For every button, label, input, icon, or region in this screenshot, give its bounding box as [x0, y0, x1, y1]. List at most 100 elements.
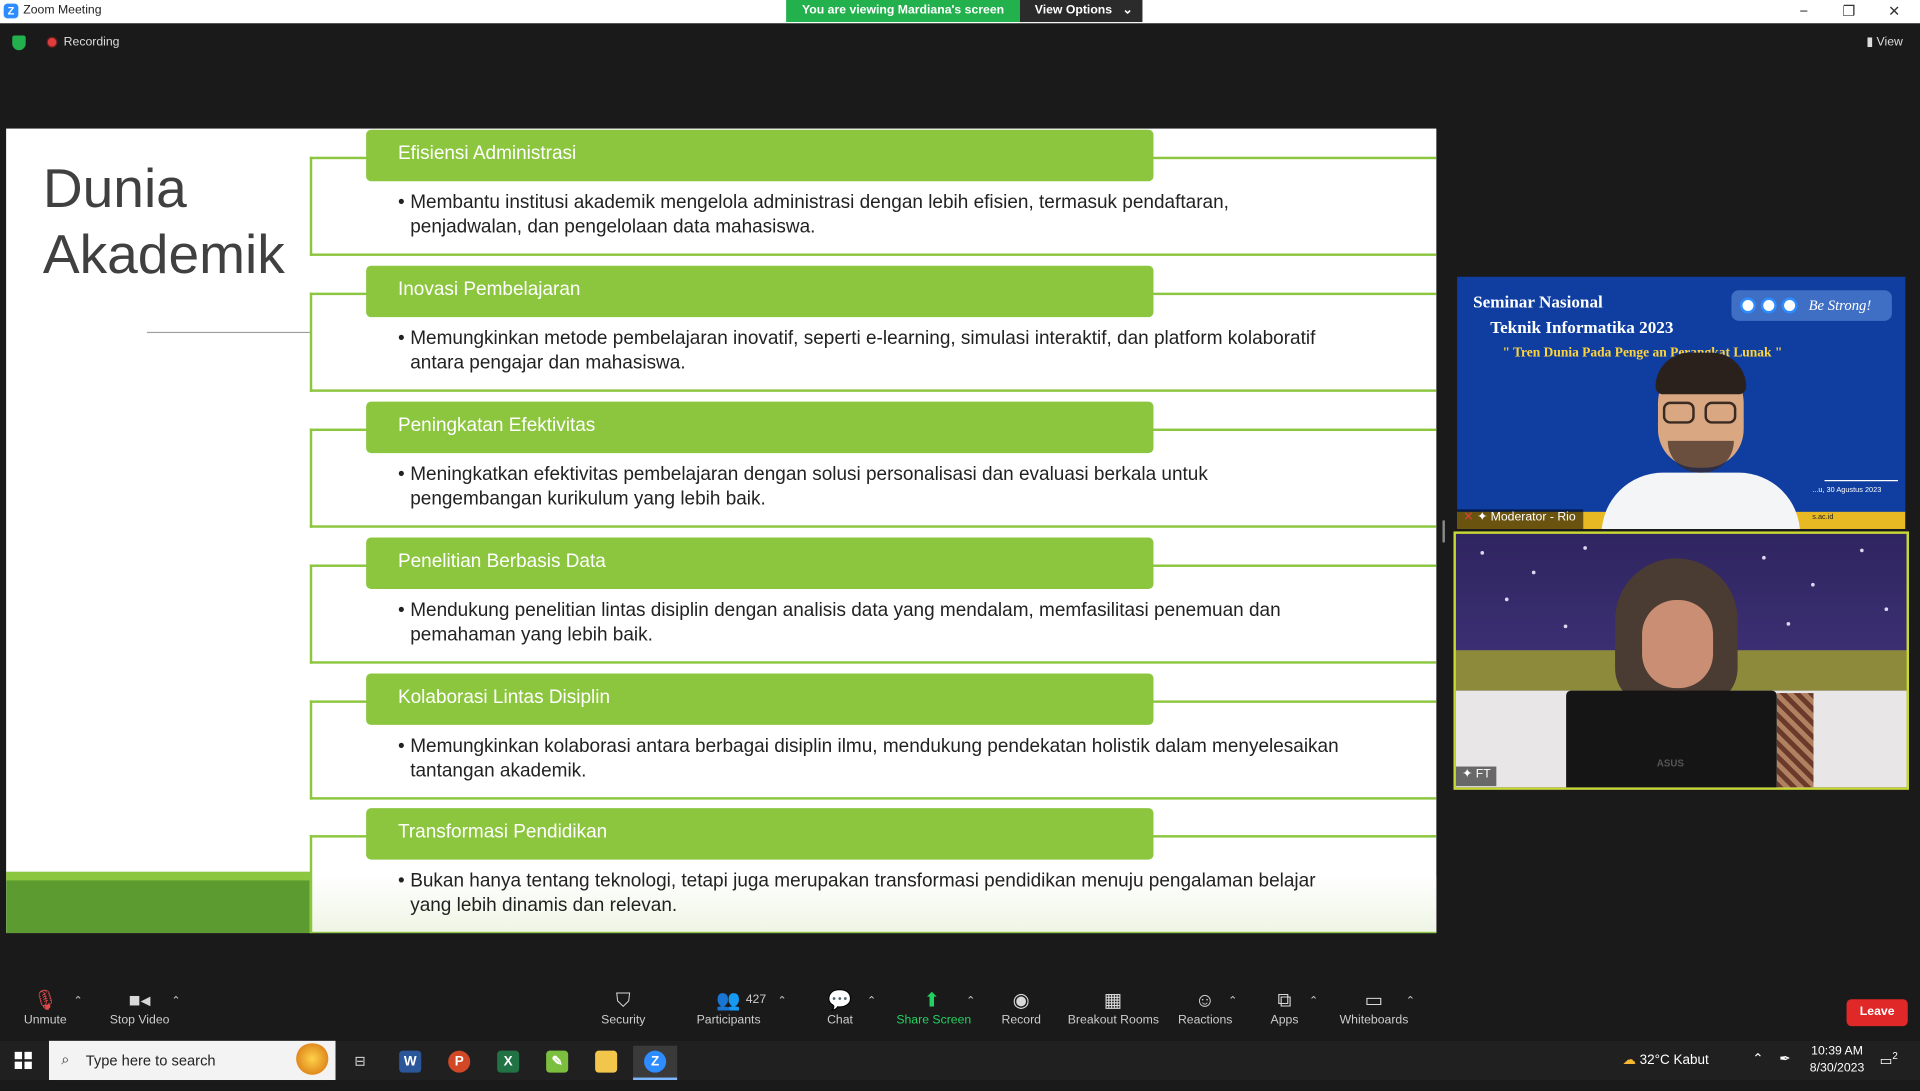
meeting-toolbar: 🎙 Unmute ⌃ ■◂ Stop Video ⌃ ⛉ Security 👥 Part…: [0, 980, 1920, 1041]
weather-widget[interactable]: ☁ 32°C Kabut: [1622, 1052, 1708, 1091]
slide-item: Transformasi Pendidikan • Bukan hanya ten…: [309, 807, 1437, 934]
bullet: •: [397, 735, 405, 757]
speaker-face: [1642, 600, 1714, 689]
task-view-button[interactable]: ⊟: [338, 1046, 382, 1080]
apps-label: Apps: [1270, 1013, 1299, 1028]
logo-icon: [1740, 297, 1756, 314]
curtain-sparkle: [1786, 622, 1791, 626]
audio-options-caret[interactable]: ⌃: [73, 994, 82, 1007]
laptop: [1566, 690, 1777, 788]
moderator-video: [1594, 350, 1802, 529]
share-screen-button[interactable]: ⬆ Share Screen: [896, 989, 971, 1028]
item-text-block: • Mendukung penelitian lintas disiplin de…: [398, 599, 1341, 648]
whiteboards-label: Whiteboards: [1339, 1013, 1409, 1028]
chat-options-caret[interactable]: ⌃: [867, 994, 876, 1007]
search-highlight-sun-icon: [293, 1043, 331, 1078]
item-text: Memungkinkan metode pembelajaran inovati…: [410, 328, 1316, 374]
notepad-app[interactable]: ✎: [535, 1046, 579, 1080]
taskbar-search[interactable]: ⌕: [48, 1040, 336, 1081]
tray-overflow-chevron-icon[interactable]: ⌃: [1752, 1051, 1763, 1090]
curtain-sparkle: [1504, 597, 1509, 602]
mic-muted-icon: ✕: [1463, 510, 1477, 525]
item-text-block: • Bukan hanya tentang teknologi, tetapi j…: [398, 869, 1341, 918]
security-label: Security: [601, 1013, 646, 1028]
minimize-button[interactable]: −: [1791, 2, 1815, 19]
breakout-rooms-button[interactable]: ▦ Breakout Rooms: [1067, 989, 1159, 1028]
video-tile-moderator[interactable]: Seminar Nasional Teknik Informatika 2023…: [1457, 276, 1906, 529]
powerpoint-icon: P: [448, 1050, 471, 1073]
person-beard: [1667, 440, 1734, 473]
apps-button[interactable]: ⧉ Apps: [1270, 989, 1299, 1028]
curtain-sparkle: [1884, 607, 1889, 612]
item-heading: Transformasi Pendidikan: [366, 808, 1154, 860]
slide-item: Inovasi Pembelajaran • Memungkinkan metod…: [309, 264, 1437, 392]
slide-title-line1: Dunia: [42, 156, 187, 220]
encryption-shield-icon[interactable]: [12, 35, 26, 51]
item-text: Meningkatkan efektivitas pembelajaran de…: [410, 464, 1208, 510]
zoom-app[interactable]: Z: [633, 1045, 678, 1081]
view-button[interactable]: ▮ View: [1866, 36, 1902, 49]
item-heading: Inovasi Pembelajaran: [366, 265, 1154, 318]
notifications-button[interactable]: ▭2: [1880, 1051, 1898, 1090]
excel-app[interactable]: X: [486, 1046, 530, 1080]
curtain-sparkle: [1860, 548, 1864, 553]
slide-footer-band-highlight: [6, 871, 310, 881]
item-text-block: • Meningkatkan efektivitas pembelajaran d…: [398, 463, 1341, 512]
grid-icon: ▦: [1103, 990, 1123, 1012]
file-explorer-app[interactable]: [584, 1046, 628, 1080]
weather-icon: ☁: [1622, 1053, 1640, 1068]
zoom-icon: Z: [644, 1050, 667, 1073]
share-options-caret[interactable]: ⌃: [966, 994, 975, 1007]
panel-resize-handle[interactable]: [1442, 520, 1445, 543]
view-options-button[interactable]: View Options ⌄: [1020, 0, 1143, 23]
pin-icon: ✦: [1476, 510, 1491, 525]
be-strong-badge: Be Strong!: [1731, 290, 1892, 321]
powerpoint-app[interactable]: P: [437, 1046, 481, 1080]
curtain-sparkle: [1563, 624, 1568, 629]
bullet: •: [397, 870, 405, 892]
curtain-sparkle: [1531, 570, 1536, 575]
person-shirt: [1601, 472, 1801, 529]
apps-options-caret[interactable]: ⌃: [1309, 994, 1318, 1007]
restore-button[interactable]: ❐: [1837, 2, 1861, 19]
viewing-banner-text: You are viewing Mardiana's screen: [786, 0, 1021, 23]
curtain-sparkle: [1583, 546, 1587, 550]
view-options-label: View Options: [1034, 3, 1113, 18]
zoom-logo-icon: Z: [3, 3, 19, 19]
video-tile-speaker[interactable]: ASUS ✦ FT: [1453, 531, 1909, 790]
leave-button[interactable]: Leave: [1846, 999, 1908, 1027]
mic-muted-icon: 🎙: [32, 990, 58, 1012]
breakout-rooms-label: Breakout Rooms: [1067, 1013, 1159, 1028]
close-button[interactable]: ✕: [1882, 2, 1906, 19]
chat-button[interactable]: 💬 Chat: [823, 989, 857, 1028]
virtual-bg-title: Seminar Nasional: [1473, 293, 1603, 313]
reactions-options-caret[interactable]: ⌃: [1228, 994, 1237, 1007]
virtual-bg-site: s.ac.id: [1812, 514, 1834, 522]
stop-video-label: Stop Video: [109, 1013, 170, 1028]
unmute-button[interactable]: 🎙 Unmute: [22, 989, 69, 1028]
reactions-button[interactable]: ☺ Reactions: [1178, 989, 1232, 1028]
security-button[interactable]: ⛉ Security: [599, 989, 648, 1028]
word-app[interactable]: W: [388, 1046, 432, 1080]
item-text: Mendukung penelitian lintas disiplin den…: [410, 600, 1281, 646]
item-text: Membantu institusi akademik mengelola ad…: [410, 192, 1229, 238]
item-heading: Kolaborasi Lintas Disiplin: [366, 673, 1154, 725]
whiteboards-button[interactable]: ▭ Whiteboards: [1339, 989, 1409, 1028]
logo-icon: [1781, 297, 1798, 314]
shared-screen-slide: Dunia Akademik Efisiensi Administrasi • M…: [6, 128, 1437, 934]
window-title: Zoom Meeting: [23, 3, 102, 18]
share-screen-label: Share Screen: [896, 1013, 972, 1028]
video-options-caret[interactable]: ⌃: [171, 994, 180, 1007]
whiteboards-options-caret[interactable]: ⌃: [1406, 994, 1415, 1007]
folder-icon: [595, 1050, 618, 1073]
slide-item: Kolaborasi Lintas Disiplin • Memungkinkan…: [309, 672, 1437, 800]
stop-video-button[interactable]: ■◂ Stop Video: [108, 989, 172, 1028]
windows-start-icon[interactable]: [14, 1051, 32, 1069]
clock[interactable]: 10:39 AM 8/30/2023: [1810, 1043, 1864, 1082]
record-button[interactable]: ◉ Record: [1000, 989, 1042, 1028]
pen-icon[interactable]: ✒: [1779, 1051, 1790, 1090]
title-underline: [146, 331, 310, 334]
search-input[interactable]: [85, 1048, 282, 1073]
participants-options-caret[interactable]: ⌃: [778, 994, 787, 1007]
be-strong-text: Be Strong!: [1808, 296, 1872, 314]
